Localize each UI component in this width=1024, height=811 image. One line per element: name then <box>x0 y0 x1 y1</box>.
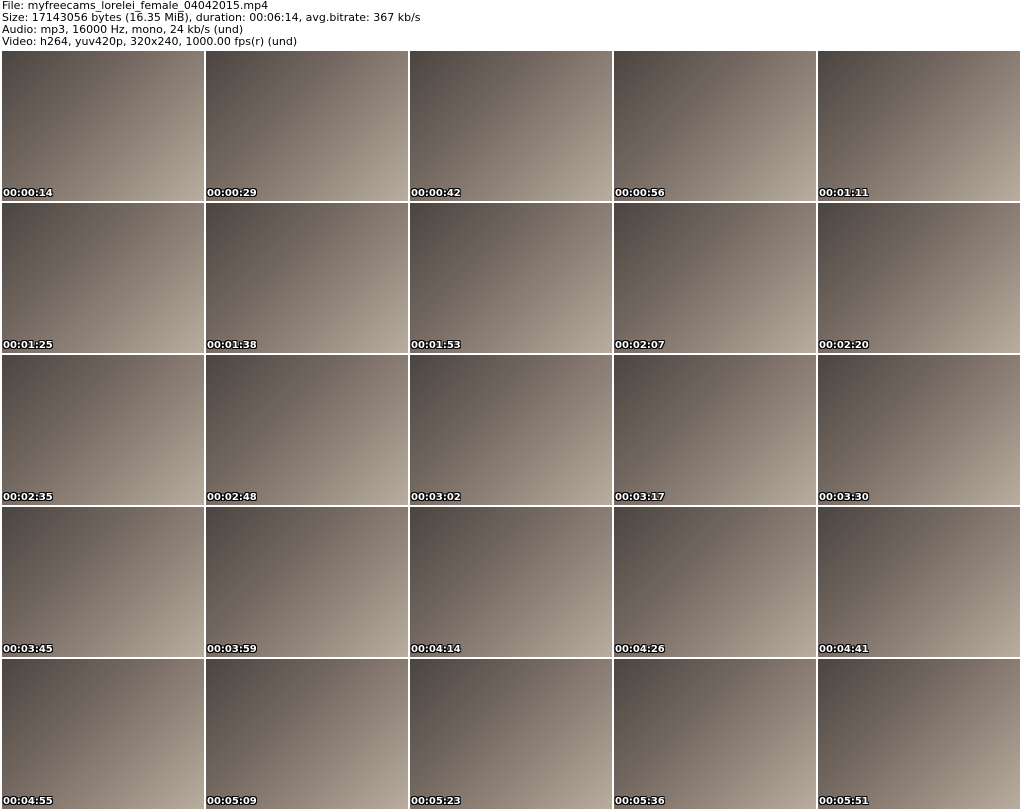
frame-image-placeholder <box>2 355 204 505</box>
frame-timestamp: 00:02:48 <box>207 492 257 503</box>
frame-timestamp: 00:04:14 <box>411 644 461 655</box>
video-frame-thumbnail: 00:04:55 <box>2 659 204 809</box>
frame-timestamp: 00:04:26 <box>615 644 665 655</box>
frame-timestamp: 00:03:45 <box>3 644 53 655</box>
frame-image-placeholder <box>614 203 816 353</box>
frame-timestamp: 00:03:02 <box>411 492 461 503</box>
video-frame-thumbnail: 00:01:25 <box>2 203 204 353</box>
frame-image-placeholder <box>818 659 1020 809</box>
video-frame-thumbnail: 00:04:14 <box>410 507 612 657</box>
frame-image-placeholder <box>410 507 612 657</box>
frame-timestamp: 00:05:23 <box>411 796 461 807</box>
frame-image-placeholder <box>410 355 612 505</box>
frame-image-placeholder <box>614 355 816 505</box>
frame-timestamp: 00:01:25 <box>3 340 53 351</box>
video-frame-thumbnail: 00:01:11 <box>818 51 1020 201</box>
video-frame-thumbnail: 00:04:26 <box>614 507 816 657</box>
frame-image-placeholder <box>2 507 204 657</box>
video-frame-thumbnail: 00:03:59 <box>206 507 408 657</box>
frame-timestamp: 00:05:51 <box>819 796 869 807</box>
video-frame-thumbnail: 00:03:45 <box>2 507 204 657</box>
frame-image-placeholder <box>818 51 1020 201</box>
video-frame-thumbnail: 00:00:29 <box>206 51 408 201</box>
frame-timestamp: 00:00:56 <box>615 188 665 199</box>
frame-image-placeholder <box>2 203 204 353</box>
frame-image-placeholder <box>410 659 612 809</box>
frame-timestamp: 00:00:14 <box>3 188 53 199</box>
video-frame-thumbnail: 00:02:20 <box>818 203 1020 353</box>
frame-image-placeholder <box>410 203 612 353</box>
video-frame-thumbnail: 00:00:56 <box>614 51 816 201</box>
frame-timestamp: 00:03:30 <box>819 492 869 503</box>
frame-timestamp: 00:02:35 <box>3 492 53 503</box>
video-frame-thumbnail: 00:01:53 <box>410 203 612 353</box>
video-frame-thumbnail: 00:03:30 <box>818 355 1020 505</box>
frame-image-placeholder <box>206 203 408 353</box>
frame-image-placeholder <box>818 355 1020 505</box>
frame-image-placeholder <box>614 507 816 657</box>
frame-timestamp: 00:03:17 <box>615 492 665 503</box>
video-info: Video: h264, yuv420p, 320x240, 1000.00 f… <box>2 35 298 48</box>
thumbnail-grid: 00:00:14 00:00:29 00:00:42 00:00:56 00:01:11… <box>2 51 1020 809</box>
video-frame-thumbnail: 00:04:41 <box>818 507 1020 657</box>
video-frame-thumbnail: 00:02:48 <box>206 355 408 505</box>
frame-image-placeholder <box>206 659 408 809</box>
video-frame-thumbnail: 00:00:14 <box>2 51 204 201</box>
frame-timestamp: 00:05:09 <box>207 796 257 807</box>
frame-image-placeholder <box>2 659 204 809</box>
frame-timestamp: 00:01:53 <box>411 340 461 351</box>
video-frame-thumbnail: 00:03:17 <box>614 355 816 505</box>
frame-image-placeholder <box>614 659 816 809</box>
video-frame-thumbnail: 00:02:35 <box>2 355 204 505</box>
frame-timestamp: 00:02:07 <box>615 340 665 351</box>
frame-timestamp: 00:05:36 <box>615 796 665 807</box>
frame-image-placeholder <box>206 355 408 505</box>
frame-timestamp: 00:04:41 <box>819 644 869 655</box>
frame-timestamp: 00:00:42 <box>411 188 461 199</box>
video-frame-thumbnail: 00:01:38 <box>206 203 408 353</box>
video-frame-thumbnail: 00:03:02 <box>410 355 612 505</box>
frame-timestamp: 00:01:11 <box>819 188 869 199</box>
frame-image-placeholder <box>2 51 204 201</box>
video-frame-thumbnail: 00:05:23 <box>410 659 612 809</box>
frame-timestamp: 00:02:20 <box>819 340 869 351</box>
frame-image-placeholder <box>614 51 816 201</box>
frame-image-placeholder <box>410 51 612 201</box>
frame-image-placeholder <box>206 51 408 201</box>
frame-timestamp: 00:04:55 <box>3 796 53 807</box>
frame-image-placeholder <box>206 507 408 657</box>
frame-timestamp: 00:01:38 <box>207 340 257 351</box>
file-info-header: File: myfreecams_lorelei_female_04042015… <box>2 0 421 48</box>
frame-timestamp: 00:03:59 <box>207 644 257 655</box>
video-frame-thumbnail: 00:05:51 <box>818 659 1020 809</box>
frame-timestamp: 00:00:29 <box>207 188 257 199</box>
video-frame-thumbnail: 00:00:42 <box>410 51 612 201</box>
frame-image-placeholder <box>818 203 1020 353</box>
frame-image-placeholder <box>818 507 1020 657</box>
video-frame-thumbnail: 00:02:07 <box>614 203 816 353</box>
video-frame-thumbnail: 00:05:36 <box>614 659 816 809</box>
video-frame-thumbnail: 00:05:09 <box>206 659 408 809</box>
